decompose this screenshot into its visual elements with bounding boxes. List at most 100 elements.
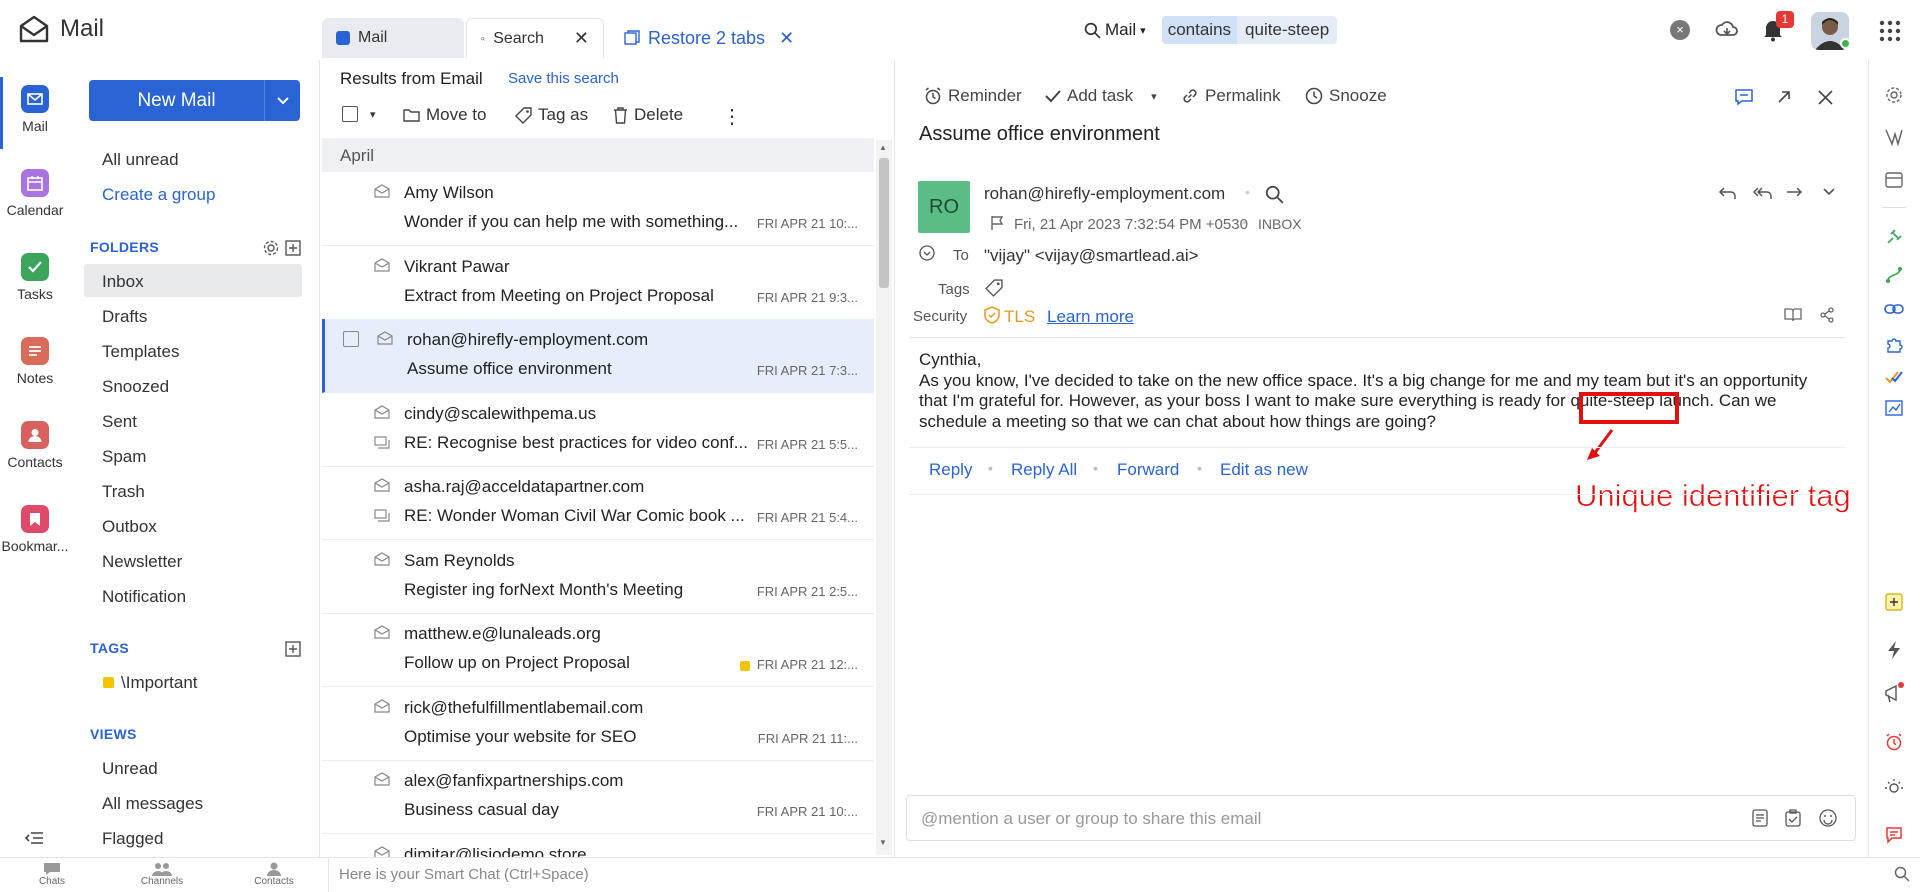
- view-flagged[interactable]: Flagged: [102, 829, 163, 849]
- learn-more-link[interactable]: Learn more: [1047, 307, 1134, 327]
- permalink-button[interactable]: Permalink: [1181, 86, 1281, 106]
- folder-trash[interactable]: Trash: [102, 482, 145, 502]
- message-row[interactable]: Amy Wilson Wonder if you can help me with…: [322, 172, 874, 246]
- theme-toggle-icon[interactable]: [1884, 778, 1904, 796]
- plug-icon[interactable]: [1885, 228, 1903, 246]
- share-icon[interactable]: [1819, 307, 1835, 323]
- folder-notification[interactable]: Notification: [102, 587, 186, 607]
- clear-search-button[interactable]: ×: [1670, 20, 1690, 40]
- scroll-up-icon[interactable]: ▲: [879, 143, 887, 152]
- chain-link-icon[interactable]: [1884, 302, 1904, 316]
- new-mail-button[interactable]: New Mail: [89, 80, 300, 121]
- dismiss-restore-icon[interactable]: ✕: [779, 28, 794, 49]
- alarm-icon[interactable]: [1885, 733, 1903, 751]
- sender-address[interactable]: rohan@hirefly-employment.com: [984, 184, 1225, 204]
- more-actions-icon[interactable]: ⋮: [722, 104, 742, 129]
- reply-all-icon[interactable]: [1752, 185, 1772, 201]
- save-search-link[interactable]: Save this search: [508, 70, 619, 87]
- chevron-down-icon[interactable]: [1822, 187, 1836, 197]
- add-task-button[interactable]: Add task ▾: [1045, 86, 1157, 106]
- app-logo[interactable]: Mail: [18, 14, 104, 44]
- folder-sent[interactable]: Sent: [102, 412, 137, 432]
- folder-newsletter[interactable]: Newsletter: [102, 552, 182, 572]
- search-scope-select[interactable]: Mail ▾: [1084, 20, 1146, 40]
- search-icon[interactable]: [1894, 866, 1910, 882]
- chevron-down-icon[interactable]: ▾: [1151, 90, 1157, 103]
- expand-recipients-icon[interactable]: [919, 245, 935, 261]
- rail-calendar[interactable]: Calendar: [0, 169, 70, 218]
- forward-link[interactable]: Forward: [1117, 460, 1179, 480]
- bottom-contacts[interactable]: Contacts: [244, 860, 304, 887]
- message-row[interactable]: rohan@hirefly-employment.com Assume offic…: [322, 319, 874, 393]
- task-clipboard-icon[interactable]: [1785, 809, 1801, 827]
- tab-mail[interactable]: Mail: [322, 18, 464, 58]
- comment-icon[interactable]: [1734, 88, 1754, 106]
- delete-button[interactable]: Delete: [613, 105, 683, 125]
- message-row[interactable]: matthew.e@lunaleads.org Follow up on Proj…: [322, 613, 874, 687]
- route-icon[interactable]: [1885, 266, 1903, 284]
- rail-contacts[interactable]: Contacts: [0, 421, 70, 470]
- rail-notes[interactable]: Notes: [0, 337, 70, 386]
- feedback-icon[interactable]: [1885, 826, 1903, 844]
- add-folder-icon[interactable]: [285, 240, 301, 256]
- folder-drafts[interactable]: Drafts: [102, 307, 147, 327]
- to-recipient[interactable]: "vijay" <vijay@smartlead.ai>: [984, 246, 1199, 266]
- all-unread-link[interactable]: All unread: [102, 150, 179, 170]
- puzzle-icon[interactable]: [1885, 336, 1903, 354]
- tag-as-button[interactable]: Tag as: [515, 105, 588, 125]
- row-checkbox[interactable]: [343, 331, 359, 347]
- folder-templates[interactable]: Templates: [102, 342, 179, 362]
- forward-icon[interactable]: [1785, 185, 1803, 201]
- flag-icon[interactable]: [990, 215, 1004, 231]
- search-filter-chip[interactable]: contains quite-steep: [1161, 16, 1338, 44]
- folder-snoozed[interactable]: Snoozed: [102, 377, 169, 397]
- rail-tasks[interactable]: Tasks: [0, 253, 70, 302]
- message-row[interactable]: cindy@scalewithpema.us RE: Recognise best…: [322, 393, 874, 467]
- message-row[interactable]: Sam Reynolds Register ing forNext Month's…: [322, 540, 874, 614]
- note-icon[interactable]: [1752, 809, 1768, 827]
- open-in-new-icon[interactable]: [1776, 89, 1792, 105]
- reply-icon[interactable]: [1718, 185, 1736, 201]
- mention-input[interactable]: @mention a user or group to share this e…: [906, 795, 1856, 841]
- rail-bookmarks[interactable]: Bookmar...: [0, 505, 70, 554]
- move-to-button[interactable]: Move to: [403, 105, 486, 125]
- close-tab-icon[interactable]: ✕: [574, 28, 589, 49]
- message-row[interactable]: Vikrant Pawar Extract from Meeting on Pro…: [322, 246, 874, 320]
- settings-gear-icon[interactable]: [1885, 86, 1903, 104]
- collapse-sidebar-icon[interactable]: [24, 830, 44, 846]
- tag-important[interactable]: \Important: [121, 673, 198, 693]
- folder-outbox[interactable]: Outbox: [102, 517, 157, 537]
- message-row[interactable]: asha.raj@acceldatapartner.com RE: Wonder …: [322, 466, 874, 540]
- reply-link[interactable]: Reply: [929, 460, 972, 480]
- reply-all-link[interactable]: Reply All: [1011, 460, 1077, 480]
- tab-search[interactable]: Search ✕: [466, 18, 604, 58]
- bottom-channels[interactable]: Channels: [132, 860, 192, 887]
- snooze-button[interactable]: Snooze: [1305, 86, 1387, 106]
- check-ticks-icon[interactable]: [1885, 368, 1903, 386]
- folder-inbox[interactable]: Inbox: [102, 272, 144, 292]
- create-group-link[interactable]: Create a group: [102, 185, 215, 205]
- app-grid-icon[interactable]: [1879, 20, 1901, 42]
- restore-tabs-link[interactable]: Restore 2 tabs ✕: [610, 18, 808, 58]
- open-book-icon[interactable]: [1784, 307, 1802, 323]
- integration-icon[interactable]: [1884, 128, 1904, 146]
- message-row[interactable]: rick@thefulfillmentlabemail.com Optimise …: [322, 687, 874, 761]
- smart-chat-input[interactable]: Here is your Smart Chat (Ctrl+Space): [328, 858, 1868, 892]
- search-sender-icon[interactable]: [1265, 185, 1284, 204]
- cloud-sync-icon[interactable]: [1714, 16, 1740, 42]
- lightning-icon[interactable]: [1886, 640, 1902, 660]
- reminder-button[interactable]: Reminder: [924, 86, 1022, 106]
- edit-as-new-link[interactable]: Edit as new: [1220, 460, 1308, 480]
- message-row[interactable]: alex@fanfixpartnerships.com Business casu…: [322, 760, 874, 834]
- select-all-checkbox[interactable]: ▾: [342, 106, 376, 122]
- scrollbar-thumb[interactable]: [879, 158, 889, 288]
- view-all-messages[interactable]: All messages: [102, 794, 203, 814]
- bottom-chats[interactable]: Chats: [22, 860, 82, 887]
- new-mail-dropdown[interactable]: [265, 80, 300, 121]
- add-tag-icon[interactable]: [285, 641, 301, 657]
- analytics-chart-icon[interactable]: [1885, 400, 1903, 416]
- view-unread[interactable]: Unread: [102, 759, 158, 779]
- close-icon[interactable]: [1818, 90, 1833, 105]
- rail-mail[interactable]: Mail: [0, 85, 70, 134]
- scroll-down-icon[interactable]: ▼: [879, 838, 887, 847]
